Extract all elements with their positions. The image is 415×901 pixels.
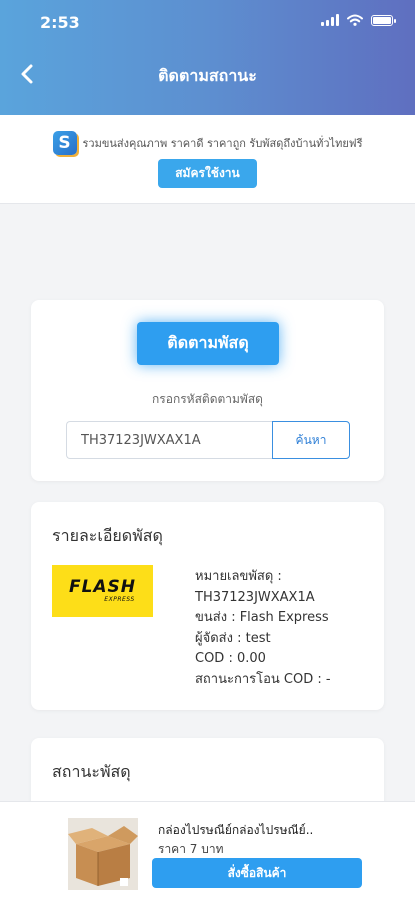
status-heading: สถานะพัสดุ [52, 762, 131, 781]
promo-banner: S รวมขนส่งคุณภาพ ราคาดี ราคาถูก รับพัสดุ… [0, 115, 415, 204]
app-logo-icon: S [52, 131, 77, 155]
register-button[interactable]: สมัครใช้งาน [158, 159, 257, 188]
tracking-search: ค้นหา [66, 421, 350, 459]
battery-icon [371, 14, 396, 26]
info-tracking-number: TH37123JWXAX1A [195, 589, 315, 605]
cardboard-box-image [68, 818, 138, 890]
parcel-info: หมายเลขพัสดุ : TH37123JWXAX1A ขนส่ง : Fl… [195, 567, 331, 690]
search-button[interactable]: ค้นหา [272, 421, 350, 459]
status-icons [321, 14, 396, 26]
info-cod: COD : 0.00 [195, 651, 266, 666]
signal-icon [321, 14, 339, 26]
flash-express-logo: FLASH EXPRESS [52, 565, 153, 617]
info-sender: ผู้จัดส่ง : test [195, 630, 271, 646]
info-carrier: ขนส่ง : Flash Express [195, 610, 329, 625]
product-price: ราคา 7 บาท [158, 842, 224, 856]
page-title: ติดตามสถานะ [158, 66, 257, 85]
tracking-card: ติดตามพัสดุ กรอกรหัสติดตามพัสดุ ค้นหา [31, 300, 384, 481]
promo-row: S รวมขนส่งคุณภาพ ราคาดี ราคาถูก รับพัสดุ… [0, 131, 415, 155]
app-header: 2:53 ติดตามสถานะ [0, 0, 415, 115]
parcel-details-card: รายละเอียดพัสดุ FLASH EXPRESS หมายเลขพัส… [31, 502, 384, 710]
details-heading: รายละเอียดพัสดุ [52, 526, 163, 545]
status-time: 2:53 [40, 13, 80, 32]
buy-product-button[interactable]: สั่งซื้อสินค้า [152, 858, 362, 888]
wifi-icon [347, 14, 363, 26]
info-tracking-label: หมายเลขพัสดุ : [195, 569, 282, 584]
track-parcel-button[interactable]: ติดตามพัสดุ [137, 322, 279, 365]
product-bar: กล่องไปรษณีย์กล่องไปรษณีย์.. ราคา 7 บาท … [0, 801, 415, 901]
product-name: กล่องไปรษณีย์กล่องไปรษณีย์.. [158, 823, 314, 837]
promo-text: รวมขนส่งคุณภาพ ราคาดี ราคาถูก รับพัสดุถึ… [82, 137, 363, 150]
tracking-hint: กรอกรหัสติดตามพัสดุ [152, 392, 263, 406]
info-cod-status: สถานะการโอน COD : - [195, 671, 331, 687]
tracking-number-input[interactable] [66, 421, 272, 459]
